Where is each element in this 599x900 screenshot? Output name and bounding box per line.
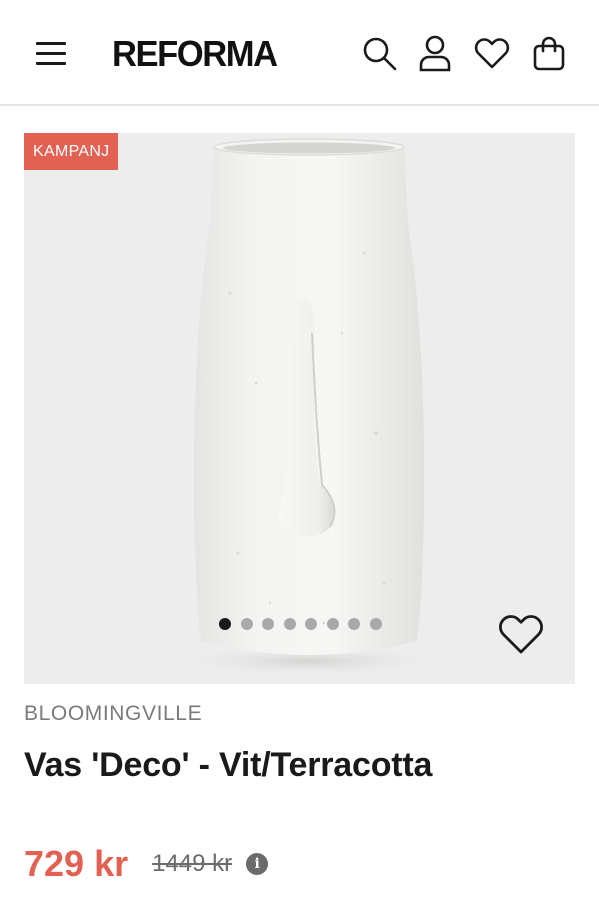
vase-photo [169, 138, 449, 677]
carousel-dot[interactable] [219, 618, 231, 630]
product-image[interactable] [24, 133, 575, 684]
search-icon[interactable] [360, 34, 398, 72]
carousel-dot[interactable] [240, 618, 253, 630]
price-info-icon[interactable]: i [246, 853, 269, 875]
menu-line [36, 62, 66, 65]
carousel-dot[interactable] [262, 618, 274, 630]
product-brand[interactable]: BLOOMINGVILLE [24, 701, 202, 727]
carousel-dot[interactable] [305, 618, 317, 630]
original-price: 1449 kr [152, 850, 233, 877]
product-title: Vas 'Deco' - Vit/Terracotta [24, 746, 433, 784]
carousel-dot[interactable] [369, 618, 382, 630]
menu-line [36, 52, 66, 55]
carousel-dot[interactable] [283, 618, 296, 630]
site-header: REFORMA [0, 0, 599, 106]
heart-icon[interactable] [473, 34, 511, 72]
carousel-dot[interactable] [326, 618, 339, 630]
carousel-dot[interactable] [348, 618, 360, 630]
shopping-bag-icon[interactable] [530, 34, 568, 72]
site-logo[interactable]: REFORMA [112, 34, 278, 74]
menu-icon[interactable] [36, 40, 66, 66]
image-carousel-dots [219, 618, 382, 630]
menu-line [36, 42, 66, 45]
sale-price: 729 kr [24, 843, 129, 884]
price-row: 729 kr 1449 kr i [24, 840, 269, 888]
user-icon[interactable] [416, 34, 454, 72]
campaign-badge: KAMPANJ [24, 133, 119, 170]
add-to-wishlist-heart-icon[interactable] [497, 612, 545, 656]
